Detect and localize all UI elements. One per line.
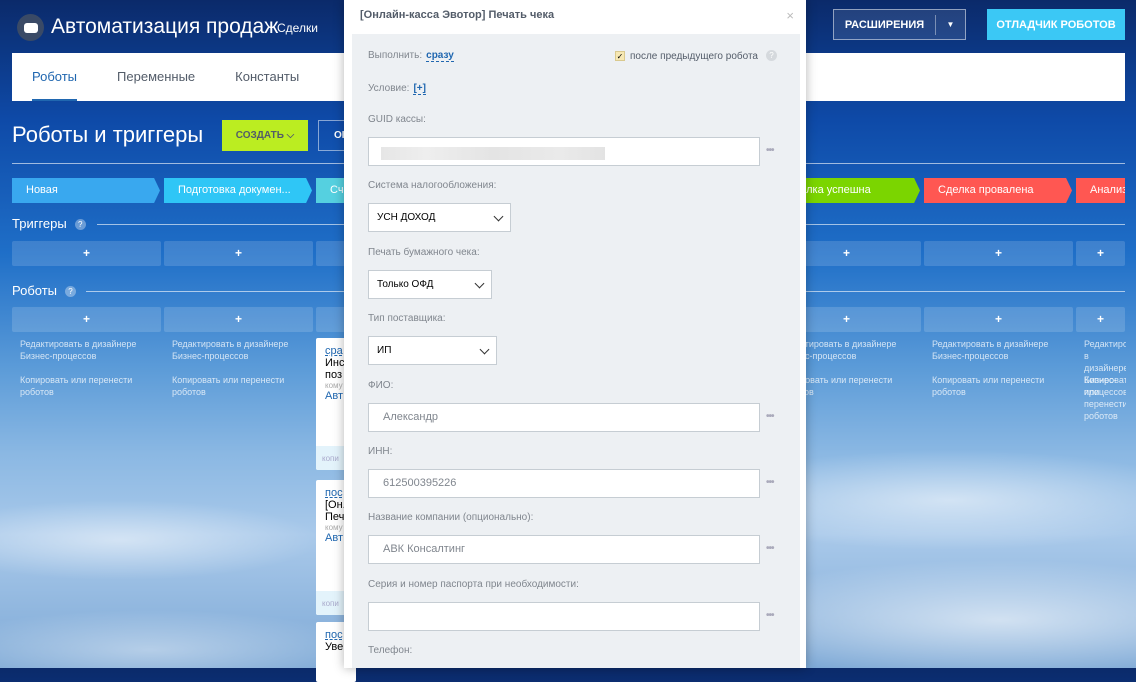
crm-entity-link[interactable]: Сделки — [277, 21, 318, 35]
paper-label: Печать бумажного чека: — [368, 247, 480, 258]
add-trigger-button[interactable]: + — [1076, 241, 1125, 266]
add-trigger-button[interactable]: + — [164, 241, 313, 266]
stage-1[interactable]: Подготовка докумен... — [164, 178, 312, 203]
more-icon[interactable]: ••• — [766, 145, 774, 156]
fio-input[interactable]: Александр — [368, 403, 760, 432]
stage-7[interactable]: Анализ — [1076, 178, 1125, 203]
tab-variables[interactable]: Переменные — [97, 53, 215, 101]
supplier-select[interactable]: ИП — [368, 336, 497, 365]
add-trigger-button[interactable]: + — [924, 241, 1073, 266]
more-icon[interactable]: ••• — [766, 610, 774, 621]
stage-0[interactable]: Новая — [12, 178, 160, 203]
add-trigger-button[interactable]: + — [12, 241, 161, 266]
passport-input[interactable] — [368, 602, 760, 631]
robots-label: Роботы — [12, 283, 58, 298]
guid-input[interactable] — [368, 137, 760, 166]
execute-link[interactable]: сразу — [426, 50, 454, 62]
close-icon[interactable]: × — [786, 8, 794, 23]
help-icon[interactable]: ? — [766, 50, 777, 61]
more-icon[interactable]: ••• — [766, 477, 774, 488]
chevron-down-icon — [474, 278, 485, 289]
robot-debugger-button[interactable]: ОТЛАДЧИК РОБОТОВ — [987, 9, 1125, 40]
triggers-heading: Триггеры? — [12, 216, 86, 231]
phone-label: Телефон: — [368, 645, 413, 656]
dropdown-arrow-icon[interactable]: ▼ — [935, 14, 965, 35]
after-previous-label: после предыдущего робота — [630, 51, 758, 62]
dialog-title: [Онлайн-касса Эвотор] Печать чека — [360, 9, 555, 21]
edit-robots-link[interactable]: Редактировать в дизайнере Бизнес-процесс… — [172, 338, 312, 362]
condition-row: Условие: [+] — [368, 83, 426, 95]
extensions-button[interactable]: РАСШИРЕНИЯ ▼ — [833, 9, 966, 40]
paper-value: Только ОФД — [377, 279, 434, 290]
tab-robots[interactable]: Роботы — [12, 53, 97, 101]
add-robot-button[interactable]: + — [924, 307, 1073, 332]
robots-heading: Роботы? — [12, 283, 77, 298]
tax-label: Система налогообложения: — [368, 180, 497, 191]
dialog-body: Выполнить: сразу ✓ после предыдущего робот… — [352, 34, 800, 668]
page-title: Роботы и триггеры — [12, 122, 204, 147]
stage-6[interactable]: Сделка провалена — [924, 178, 1072, 203]
company-input[interactable]: АВК Консалтинг — [368, 535, 760, 564]
more-icon[interactable]: ••• — [766, 543, 774, 554]
robot-settings-dialog: [Онлайн-касса Эвотор] Печать чека × Выпо… — [344, 0, 806, 668]
add-robot-button[interactable]: + — [12, 307, 161, 332]
edit-robots-link[interactable]: Редактировать в дизайнере Бизнес-процесс… — [20, 338, 160, 362]
more-icon[interactable]: ••• — [766, 411, 774, 422]
inn-label: ИНН: — [368, 446, 393, 457]
company-label: Название компании (опционально): — [368, 512, 534, 523]
add-robot-button[interactable]: + — [1076, 307, 1125, 332]
execute-row: Выполнить: сразу — [368, 50, 454, 62]
add-condition-link[interactable]: [+] — [413, 83, 426, 95]
supplier-value: ИП — [377, 345, 392, 356]
create-label: СОЗДАТЬ — [235, 130, 284, 141]
robot-logo-icon — [17, 14, 44, 41]
copy-robots-link[interactable]: Копировать или перенести роботов — [1084, 374, 1126, 422]
tax-value: УСН ДОХОД — [377, 212, 436, 223]
fio-label: ФИО: — [368, 380, 394, 391]
condition-label: Условие: — [368, 83, 410, 94]
add-robot-button[interactable]: + — [164, 307, 313, 332]
triggers-label: Триггеры — [12, 216, 67, 231]
tax-select[interactable]: УСН ДОХОД — [368, 203, 511, 232]
chevron-down-icon — [493, 211, 504, 222]
blurred-value — [381, 147, 605, 160]
passport-label: Серия и номер паспорта при необходимости… — [368, 579, 579, 590]
after-previous-checkbox[interactable]: ✓ — [615, 51, 625, 61]
guid-label: GUID кассы: — [368, 114, 426, 125]
create-button[interactable]: СОЗДАТЬ ⌵ — [222, 120, 308, 151]
edit-robots-link[interactable]: Редактировать в дизайнере Бизнес-процесс… — [932, 338, 1072, 362]
after-previous-row: ✓ после предыдущего робота? — [615, 50, 777, 62]
execute-label: Выполнить: — [368, 50, 423, 61]
chevron-down-icon — [479, 344, 490, 355]
copy-robots-link[interactable]: Копировать или перенести роботов — [932, 374, 1072, 398]
inn-input[interactable]: 612500395226 — [368, 469, 760, 498]
extensions-label: РАСШИРЕНИЯ — [844, 18, 925, 31]
help-icon[interactable]: ? — [65, 286, 77, 297]
app-title: Автоматизация продаж — [51, 15, 279, 38]
paper-select[interactable]: Только ОФД — [368, 270, 492, 299]
help-icon[interactable]: ? — [74, 219, 86, 230]
copy-robots-link[interactable]: Копировать или перенести роботов — [172, 374, 312, 398]
copy-robots-link[interactable]: Копировать или перенести роботов — [20, 374, 160, 398]
tab-constants[interactable]: Константы — [215, 53, 319, 101]
supplier-label: Тип поставщика: — [368, 313, 446, 324]
